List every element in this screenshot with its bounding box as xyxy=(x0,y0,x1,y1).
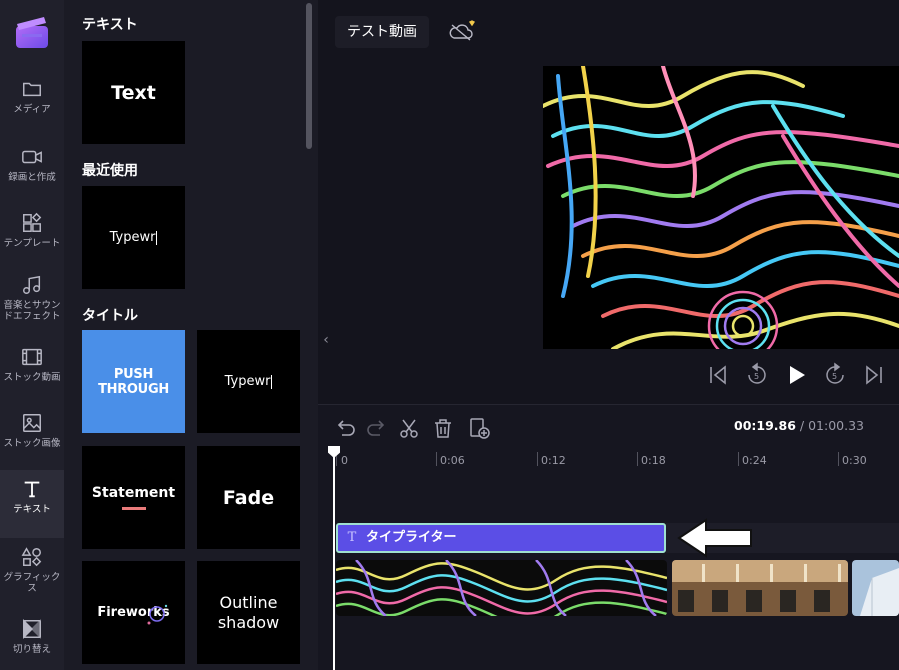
statement-underline xyxy=(121,507,146,510)
folder-icon xyxy=(23,82,41,97)
timecode: 00:19.86 / 01:00.33 xyxy=(734,418,864,433)
app-window: メディア 録画と作成 テンプレート 音楽とサウンドエフェクト ストック動画 スト… xyxy=(0,0,899,670)
text-cursor xyxy=(156,230,158,245)
svg-text:5: 5 xyxy=(832,372,837,381)
tile-push-through[interactable]: PUSH THROUGH xyxy=(82,330,185,433)
tile-recent-typewriter-label: Typewr xyxy=(109,230,156,245)
ruler-label: 0 xyxy=(341,454,348,467)
svg-text:5: 5 xyxy=(754,372,759,381)
text-cursor xyxy=(271,374,273,389)
current-time: 00:19.86 xyxy=(734,418,796,433)
ruler-label: 0:18 xyxy=(641,454,666,467)
nav-music-label: 音楽とサウンドエフェクト xyxy=(3,300,61,322)
film-strip-icon xyxy=(22,348,42,366)
app-logo[interactable] xyxy=(14,14,50,50)
tile-text[interactable]: Text xyxy=(82,41,185,144)
left-nav: メディア 録画と作成 テンプレート 音楽とサウンドエフェクト ストック動画 スト… xyxy=(0,0,64,670)
forward-5s-icon[interactable]: 5 xyxy=(824,362,846,388)
tile-statement[interactable]: Statement xyxy=(82,446,185,549)
nav-stock-video[interactable]: ストック動画 xyxy=(0,338,64,406)
nav-stock-image[interactable]: ストック画像 xyxy=(0,404,64,472)
skip-back-icon[interactable] xyxy=(708,362,728,388)
play-icon[interactable] xyxy=(786,362,808,388)
scissors-icon[interactable] xyxy=(398,417,420,439)
nav-graphics[interactable]: グラフィックス xyxy=(0,538,64,606)
tile-fade[interactable]: Fade xyxy=(197,446,300,549)
text-clip-label: タイプライター xyxy=(366,530,457,545)
clip-thumbnails xyxy=(336,560,667,616)
tile-recent-typewriter[interactable]: Typewr xyxy=(82,186,185,289)
building-thumbnail xyxy=(852,560,899,616)
rewind-5s-icon[interactable]: 5 xyxy=(746,362,768,388)
cloud-off-premium-icon[interactable] xyxy=(448,20,476,44)
nav-record[interactable]: 録画と作成 xyxy=(0,138,64,206)
video-preview[interactable] xyxy=(543,66,899,349)
nav-record-label: 録画と作成 xyxy=(8,172,56,183)
nav-stock-image-label: ストック画像 xyxy=(3,438,61,449)
tile-typewriter[interactable]: Typewr xyxy=(197,330,300,433)
ruler-label: 0:30 xyxy=(842,454,867,467)
nav-music[interactable]: 音楽とサウンドエフェクト xyxy=(0,266,64,334)
video-clip-building[interactable] xyxy=(852,560,899,616)
playhead[interactable] xyxy=(333,452,335,670)
nav-transitions[interactable]: 切り替え xyxy=(0,610,64,670)
tile-outline-shadow-label: Outline shadow xyxy=(217,592,280,632)
video-camera-icon xyxy=(22,150,42,164)
shapes-icon xyxy=(21,547,42,567)
music-note-icon xyxy=(23,275,41,294)
nav-transitions-label: 切り替え xyxy=(12,644,51,655)
transition-icon xyxy=(23,618,41,640)
room-thumbnails xyxy=(672,560,848,616)
tile-text-label: Text xyxy=(111,81,156,104)
tile-fade-label: Fade xyxy=(222,486,275,509)
text-t-icon: T xyxy=(347,530,357,545)
text-t-icon xyxy=(24,481,40,498)
ruler-tick xyxy=(738,452,739,466)
video-clip-abstract[interactable] xyxy=(336,560,667,616)
add-to-timeline-icon[interactable] xyxy=(468,417,490,439)
panel-scrollbar[interactable] xyxy=(306,3,312,149)
tile-outline-shadow[interactable]: Outline shadow xyxy=(197,561,300,664)
chevron-left-icon: ‹ xyxy=(323,332,329,348)
ruler-tick xyxy=(537,452,538,466)
section-title-title: タイトル xyxy=(82,308,138,324)
ruler-label: 0:06 xyxy=(440,454,465,467)
tile-fireworks[interactable]: Fireworks xyxy=(82,561,185,664)
template-icon xyxy=(23,212,42,232)
video-clip-room[interactable] xyxy=(672,560,848,616)
nav-templates[interactable]: テンプレート xyxy=(0,204,64,272)
ruler-label: 0:24 xyxy=(742,454,767,467)
redo-icon[interactable] xyxy=(366,417,388,439)
tile-statement-label: Statement xyxy=(91,485,176,501)
skip-forward-icon[interactable] xyxy=(864,362,884,388)
ruler-tick xyxy=(637,452,638,466)
collapse-panel-button[interactable]: ‹ xyxy=(318,310,334,370)
tile-push-through-label: PUSH THROUGH xyxy=(98,366,169,397)
firework-burst-icon xyxy=(147,604,168,625)
nav-graphics-label: グラフィックス xyxy=(3,572,61,594)
nav-media[interactable]: メディア xyxy=(0,70,64,138)
project-name-field[interactable]: テスト動画 xyxy=(335,16,429,48)
arrow-annotation-icon xyxy=(677,518,752,558)
section-title-text: テキスト xyxy=(82,17,138,33)
ruler-tick xyxy=(838,452,839,466)
preview-frame xyxy=(543,66,899,349)
ruler-label: 0:12 xyxy=(541,454,566,467)
tile-typewriter-label: Typewr xyxy=(224,374,271,389)
total-time: 01:00.33 xyxy=(808,418,865,433)
time-separator: / xyxy=(795,418,809,433)
nav-media-label: メディア xyxy=(13,104,51,115)
nav-stock-video-label: ストック動画 xyxy=(3,372,61,383)
nav-templates-label: テンプレート xyxy=(3,238,61,249)
nav-text-label: テキスト xyxy=(13,504,51,515)
undo-icon[interactable] xyxy=(334,417,356,439)
nav-text[interactable]: テキスト xyxy=(0,470,64,538)
section-title-recent: 最近使用 xyxy=(82,163,138,179)
text-panel: テキスト Text 最近使用 Typewr タイトル PUSH THROUGH … xyxy=(64,0,318,670)
ruler-tick xyxy=(436,452,437,466)
text-clip-typewriter[interactable]: T タイプライター xyxy=(336,523,666,553)
trash-icon[interactable] xyxy=(432,417,454,439)
image-icon xyxy=(23,414,41,432)
